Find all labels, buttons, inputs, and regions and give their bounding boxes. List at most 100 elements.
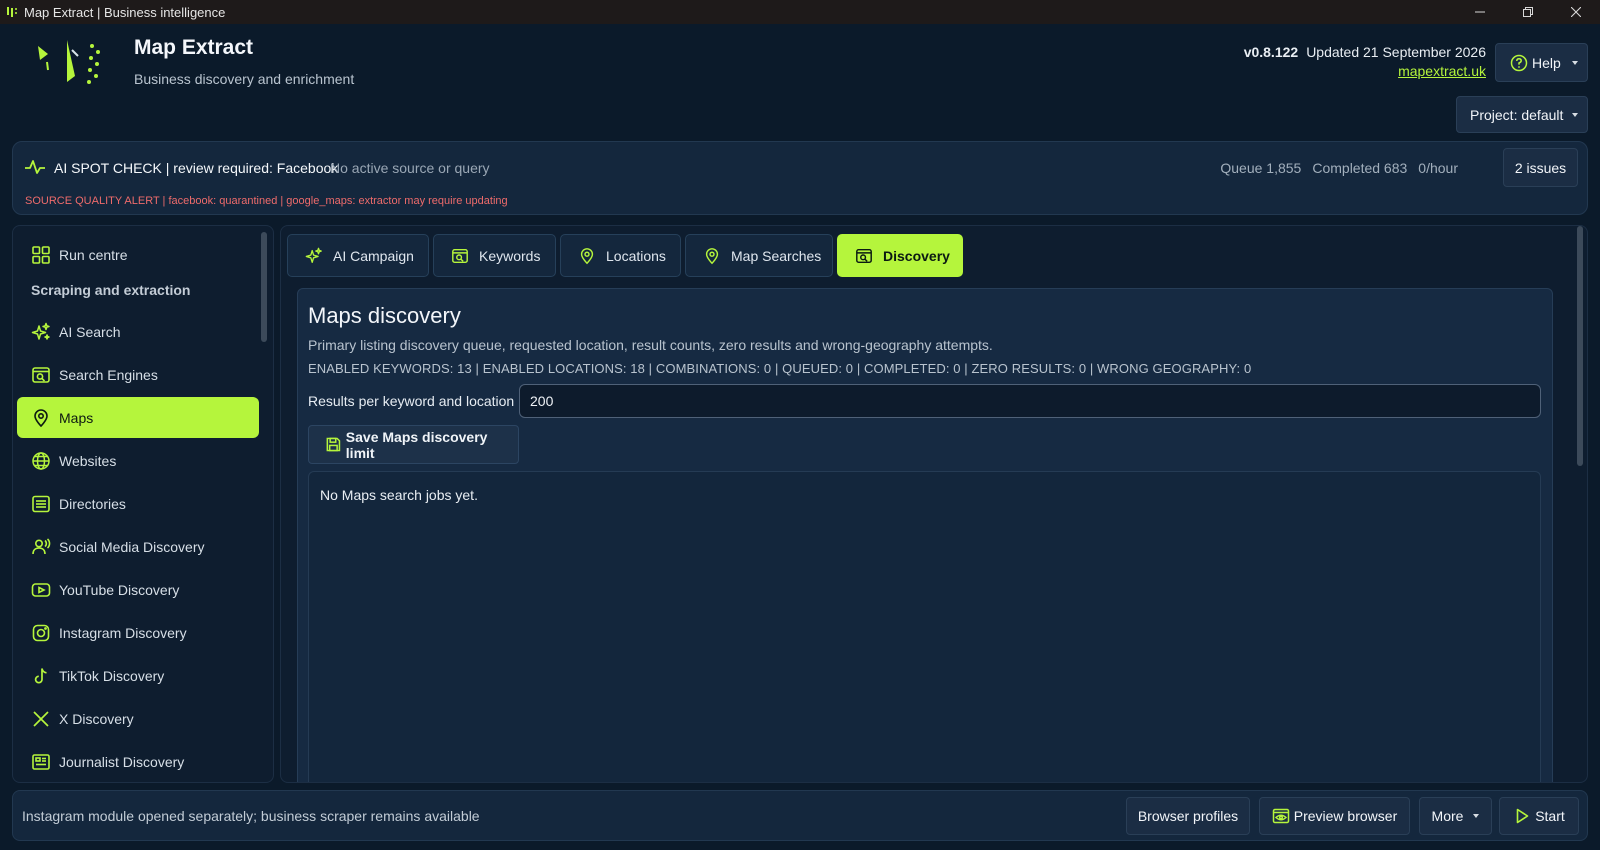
sidebar-item-websites[interactable]: Websites xyxy=(17,440,259,481)
issues-button[interactable]: 2 issues xyxy=(1503,148,1578,187)
app-header: Map Extract Business discovery and enric… xyxy=(0,24,1600,140)
project-selector[interactable]: Project: default xyxy=(1456,96,1588,133)
sidebar-item-youtube-discovery[interactable]: YouTube Discovery xyxy=(17,569,259,610)
close-icon xyxy=(1571,7,1581,17)
app-icon xyxy=(7,7,17,17)
sidebar-item-label: Run centre xyxy=(59,246,128,263)
sparkle-icon xyxy=(31,322,50,340)
results-per-keyword-label: Results per keyword and location xyxy=(308,393,515,409)
search-window-icon xyxy=(452,248,468,263)
globe-icon xyxy=(32,451,50,470)
tab-discovery[interactable]: Discovery xyxy=(837,234,963,277)
eye-window-icon xyxy=(1272,808,1289,824)
chevron-down-icon xyxy=(1572,113,1578,117)
help-button[interactable]: Help xyxy=(1495,43,1588,82)
app-name: Map Extract xyxy=(134,36,254,59)
tab-label: Locations xyxy=(606,247,666,264)
queue-count: Queue 1,855 xyxy=(1220,160,1302,176)
completed-count: Completed 683 xyxy=(1312,160,1408,176)
youtube-icon xyxy=(31,582,51,597)
sidebar-item-social-media-discovery[interactable]: Social Media Discovery xyxy=(17,526,259,567)
sidebar-item-label: YouTube Discovery xyxy=(59,581,180,598)
maps-jobs-list: No Maps search jobs yet. xyxy=(308,471,1541,782)
sidebar-item-label: X Discovery xyxy=(59,710,134,727)
sidebar-item-label: Search Engines xyxy=(59,366,158,383)
preview-browser-button[interactable]: Preview browser xyxy=(1259,797,1410,835)
chevron-down-icon xyxy=(1572,61,1578,65)
panel-description: Primary listing discovery queue, request… xyxy=(308,337,993,353)
start-button[interactable]: Start xyxy=(1499,797,1579,835)
sidebar-item-label: Maps xyxy=(59,409,94,426)
sidebar-item-journalist-discovery[interactable]: Journalist Discovery xyxy=(17,741,259,782)
map-pin-icon xyxy=(34,408,48,427)
help-label: Help xyxy=(1532,54,1561,71)
sidebar-item-tiktok-discovery[interactable]: TikTok Discovery xyxy=(17,655,259,696)
sparkle-icon xyxy=(305,247,322,263)
sidebar-item-directories[interactable]: Directories xyxy=(17,483,259,524)
issues-label: 2 issues xyxy=(1514,159,1567,176)
chevron-down-icon xyxy=(1473,814,1480,818)
user-signal-icon xyxy=(32,537,51,554)
tab-ai-campaign[interactable]: AI Campaign xyxy=(287,234,429,277)
restore-icon xyxy=(1523,7,1533,17)
close-window-button[interactable] xyxy=(1552,0,1600,24)
panel-title: Maps discovery xyxy=(308,303,461,328)
alert-meta: No active source or query xyxy=(330,160,490,176)
activity-pulse-icon xyxy=(25,160,45,174)
status-footer: Instagram module opened separately; busi… xyxy=(12,790,1588,841)
sidebar-item-maps[interactable]: Maps xyxy=(17,397,259,438)
map-pin-icon xyxy=(705,247,719,264)
more-menu-button[interactable]: More xyxy=(1419,797,1492,835)
tiktok-icon xyxy=(34,667,47,684)
sidebar-section-scraping: Scraping and extraction xyxy=(31,282,191,298)
sidebar-item-run-centre[interactable]: Run centre xyxy=(17,234,259,275)
app-tagline: Business discovery and enrichment xyxy=(134,71,355,87)
alert-title: AI SPOT CHECK | review required: Faceboo… xyxy=(54,160,339,176)
main-content: AI Campaign Keywords Locations Map Searc… xyxy=(280,225,1588,783)
sidebar-item-label: AI Search xyxy=(59,323,121,340)
more-label: More xyxy=(1431,808,1464,824)
results-per-keyword-input[interactable] xyxy=(519,384,1541,418)
status-alert-bar: AI SPOT CHECK | review required: Faceboo… xyxy=(12,141,1588,215)
tab-keywords[interactable]: Keywords xyxy=(433,234,556,277)
main-scrollbar[interactable] xyxy=(1577,226,1583,466)
sidebar-scrollbar[interactable] xyxy=(261,232,267,342)
rate: 0/hour xyxy=(1418,160,1458,176)
footer-status-text: Instagram module opened separately; busi… xyxy=(22,808,480,824)
version-info: v0.8.122 Updated 21 September 2026 mapext… xyxy=(1244,44,1486,79)
play-icon xyxy=(1516,808,1529,824)
sidebar-item-search-engines[interactable]: Search Engines xyxy=(17,354,259,395)
browser-profiles-button[interactable]: Browser profiles xyxy=(1126,797,1250,835)
tab-locations[interactable]: Locations xyxy=(560,234,681,277)
browser-profiles-label: Browser profiles xyxy=(1137,808,1239,824)
sidebar-item-label: Journalist Discovery xyxy=(59,753,185,770)
search-window-icon xyxy=(32,366,50,383)
queue-stats: Queue 1,855 Completed 683 0/hour xyxy=(1220,160,1458,176)
tab-map-searches[interactable]: Map Searches xyxy=(685,234,833,277)
tab-label: AI Campaign xyxy=(333,247,414,264)
sidebar-item-label: Directories xyxy=(59,495,126,512)
question-circle-icon xyxy=(1510,54,1528,71)
maps-discovery-panel: Maps discovery Primary listing discovery… xyxy=(297,288,1553,782)
search-window-icon xyxy=(856,248,872,263)
x-icon xyxy=(33,710,49,727)
sidebar-item-label: Instagram Discovery xyxy=(59,624,187,641)
minimize-icon xyxy=(1475,11,1485,13)
map-pin-icon xyxy=(580,247,594,264)
empty-state-message: No Maps search jobs yet. xyxy=(320,487,478,503)
sidebar-item-label: Social Media Discovery xyxy=(59,538,205,555)
minimize-button[interactable] xyxy=(1456,0,1504,24)
sidebar-item-instagram-discovery[interactable]: Instagram Discovery xyxy=(17,612,259,653)
grid-icon xyxy=(32,245,50,264)
website-link[interactable]: mapextract.uk xyxy=(1244,63,1486,79)
discovery-counts: ENABLED KEYWORDS: 13 | ENABLED LOCATIONS… xyxy=(308,361,1252,376)
save-discovery-limit-button[interactable]: Save Maps discovery limit xyxy=(308,425,519,464)
sidebar-item-label: TikTok Discovery xyxy=(59,667,165,684)
restore-button[interactable] xyxy=(1504,0,1552,24)
sidebar-item-ai-search[interactable]: AI Search xyxy=(17,311,259,352)
version-number: v0.8.122 xyxy=(1243,44,1299,60)
window-title: Map Extract | Business intelligence xyxy=(24,4,226,20)
source-quality-alert: SOURCE QUALITY ALERT | facebook: quarant… xyxy=(25,195,508,207)
brand-logo xyxy=(38,40,100,84)
sidebar-item-x-discovery[interactable]: X Discovery xyxy=(17,698,259,739)
